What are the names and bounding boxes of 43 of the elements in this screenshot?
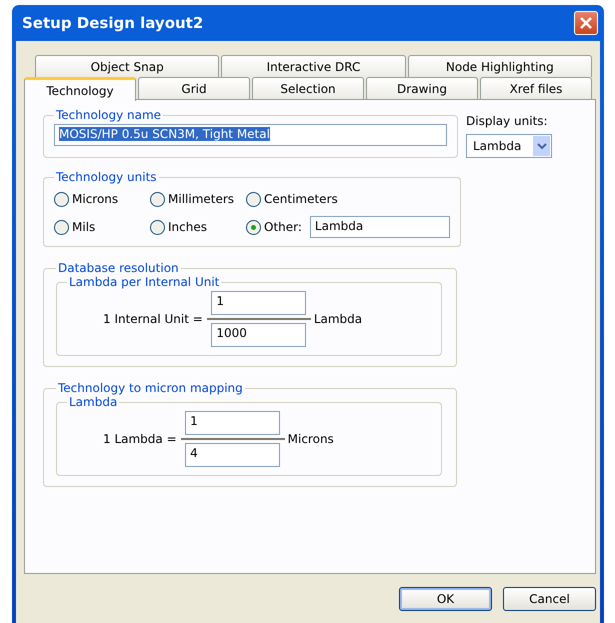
radio-button[interactable] [150, 220, 165, 234]
close-button[interactable] [574, 11, 598, 35]
other-units-field[interactable]: Lambda [310, 216, 450, 238]
radio-button[interactable] [54, 192, 69, 206]
radio-label[interactable]: Mils [72, 220, 96, 234]
radio-button[interactable] [246, 192, 261, 206]
radio-label[interactable]: Millimeters [168, 192, 234, 206]
unit-label: Lambda [314, 312, 362, 326]
ok-button[interactable]: OK [399, 587, 492, 611]
radio-button[interactable] [54, 220, 69, 234]
group-label: Technology units [55, 170, 158, 184]
denominator-field[interactable]: 1000 [211, 323, 306, 347]
radio-label[interactable]: Microns [72, 192, 118, 206]
numerator-field[interactable]: 1 [211, 291, 306, 315]
group-label: Technology name [55, 108, 162, 122]
radio-label[interactable]: Inches [168, 220, 207, 234]
radio-label[interactable]: Other: [264, 220, 302, 234]
group-label: Lambda per Internal Unit [68, 275, 220, 289]
equation-label: 1 Lambda = [103, 432, 177, 446]
radio-button[interactable] [150, 192, 165, 206]
tab[interactable]: Grid [138, 77, 250, 99]
group-label: Lambda [68, 395, 118, 409]
display-units-label: Display units: [466, 114, 549, 128]
tab[interactable]: Node Highlighting [408, 55, 592, 77]
group-label: Database resolution [57, 261, 180, 275]
tab[interactable]: Drawing [366, 77, 478, 99]
tab[interactable]: Interactive DRC [221, 55, 406, 77]
group-label: Technology to micron mapping [57, 381, 244, 395]
cancel-button[interactable]: Cancel [503, 587, 596, 611]
tab[interactable]: Xref files [480, 77, 592, 99]
tab[interactable]: Selection [252, 77, 364, 99]
radio-label[interactable]: Centimeters [264, 192, 338, 206]
tab[interactable]: Object Snap [35, 55, 220, 77]
numerator-field[interactable]: 1 [185, 411, 280, 435]
equation-label: 1 Internal Unit = [103, 312, 203, 326]
tab[interactable]: Technology [24, 77, 136, 101]
unit-label: Microns [288, 432, 334, 446]
technology-name-field[interactable]: MOSIS/HP 0.5u SCN3M, Tight Metal [54, 124, 447, 146]
denominator-field[interactable]: 4 [185, 443, 280, 467]
display-units-dropdown[interactable]: Lambda [466, 134, 552, 158]
radio-button[interactable] [246, 220, 261, 234]
close-icon [579, 16, 593, 30]
window-title: Setup Design layout2 [22, 14, 204, 32]
